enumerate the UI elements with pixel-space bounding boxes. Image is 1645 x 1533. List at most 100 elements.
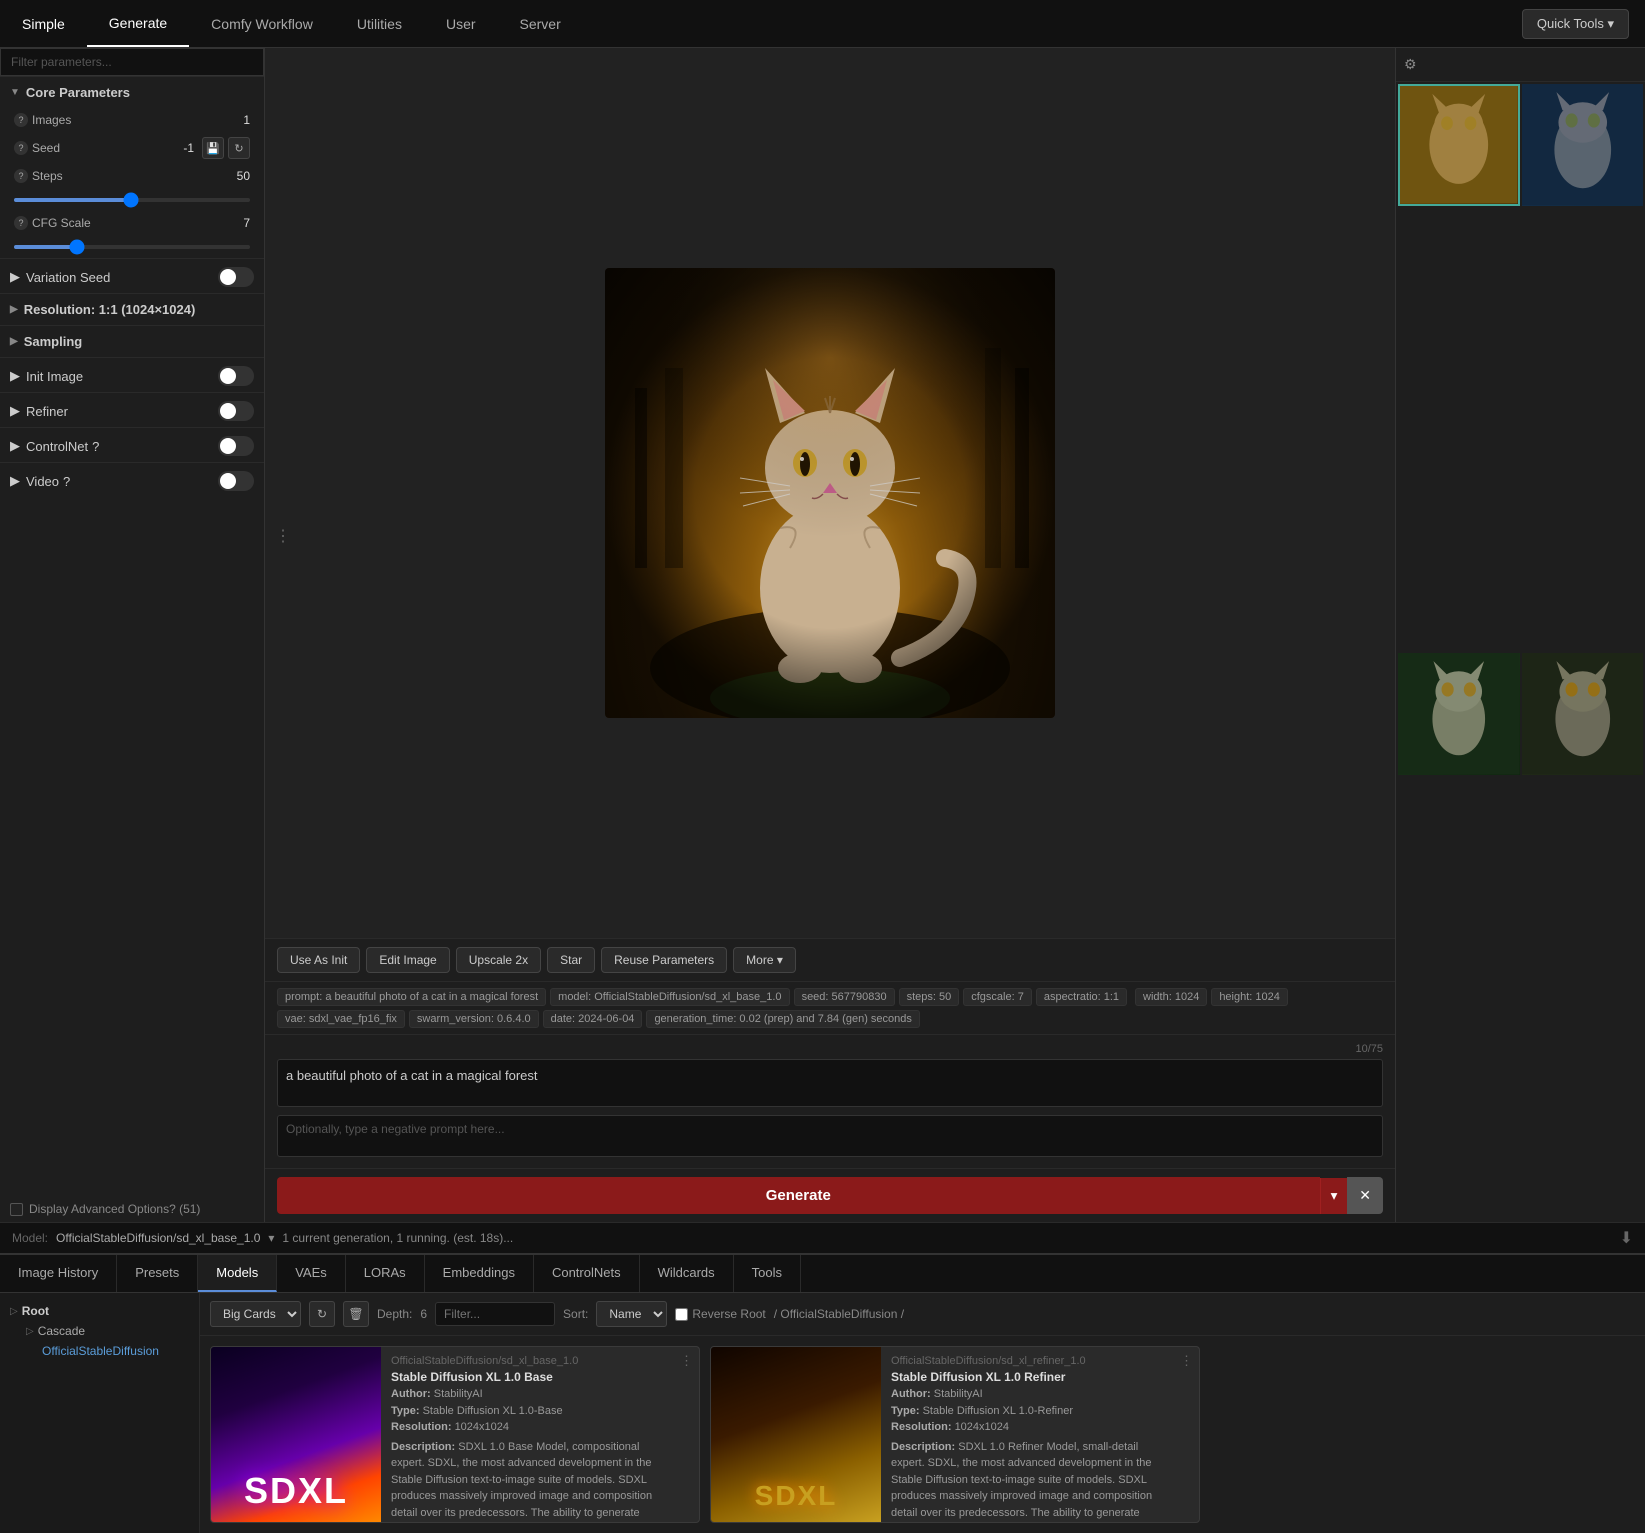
generate-button[interactable]: Generate <box>277 1177 1320 1214</box>
use-as-init-button[interactable]: Use As Init <box>277 947 360 973</box>
cfg-slider[interactable] <box>14 245 250 249</box>
model-card-2-menu[interactable]: ⋮ <box>1174 1347 1199 1522</box>
tab-models[interactable]: Models <box>198 1255 277 1292</box>
left-panel: ▼ Core Parameters ? Images 1 ? Seed -1 💾… <box>0 48 265 1222</box>
tab-loras[interactable]: LORAs <box>346 1255 425 1292</box>
tab-tools[interactable]: Tools <box>734 1255 801 1292</box>
path-text: / OfficialStableDiffusion / <box>774 1307 904 1321</box>
seed-value: -1 <box>183 141 194 155</box>
video-toggle[interactable] <box>218 471 254 491</box>
delete-button[interactable]: 🗑 <box>343 1301 369 1327</box>
sampling-section[interactable]: ▶ Sampling <box>0 325 264 357</box>
tab-simple[interactable]: Simple <box>0 0 87 47</box>
video-help-icon[interactable]: ? <box>63 474 70 489</box>
display-advanced-options[interactable]: Display Advanced Options? (51) <box>0 1196 264 1222</box>
tab-presets[interactable]: Presets <box>117 1255 198 1292</box>
thumbnail-3[interactable] <box>1398 653 1520 775</box>
model-card-2[interactable]: SDXL OfficialStableDiffusion/sd_xl_refin… <box>710 1346 1200 1523</box>
model-card-1[interactable]: SDXL OfficialStableDiffusion/sd_xl_base_… <box>210 1346 700 1523</box>
file-tree-panel: ▷ Root ▷ Cascade OfficialStableDiffusion <box>0 1293 200 1533</box>
panel-collapse-handle[interactable]: ⋮ <box>265 518 301 554</box>
cfg-label: ? CFG Scale <box>14 216 91 230</box>
reverse-root-checkbox[interactable] <box>675 1308 688 1321</box>
tab-vaes[interactable]: VAEs <box>277 1255 346 1292</box>
generate-row: Generate ▾ ✕ <box>265 1168 1395 1222</box>
meta-swarm: swarm_version: 0.6.4.0 <box>409 1010 539 1028</box>
video-section[interactable]: ▶ Video ? <box>0 462 264 497</box>
refiner-toggle[interactable] <box>218 401 254 421</box>
tree-cascade-item[interactable]: ▷ Cascade <box>16 1321 199 1341</box>
section-chevron: ▼ <box>10 87 20 98</box>
cascade-chevron: ▷ <box>26 1326 34 1337</box>
seed-save-button[interactable]: 💾 <box>202 137 224 159</box>
model-dropdown-arrow[interactable]: ▾ <box>268 1231 274 1245</box>
tab-utilities[interactable]: Utilities <box>335 0 424 47</box>
quick-tools-button[interactable]: Quick Tools ▾ <box>1522 9 1629 39</box>
tab-wildcards[interactable]: Wildcards <box>640 1255 734 1292</box>
tab-comfy-workflow[interactable]: Comfy Workflow <box>189 0 335 47</box>
variation-seed-toggle[interactable] <box>218 267 254 287</box>
sdxl2-logo-text: SDXL <box>755 1480 838 1522</box>
star-button[interactable]: Star <box>547 947 595 973</box>
generate-dropdown-button[interactable]: ▾ <box>1320 1178 1348 1214</box>
right-settings-icon[interactable]: ⚙ <box>1404 56 1417 73</box>
refiner-section[interactable]: ▶ Refiner <box>0 392 264 427</box>
steps-label: ? Steps <box>14 169 63 183</box>
models-filter-input[interactable] <box>435 1302 555 1326</box>
sort-select[interactable]: Name <box>596 1301 667 1327</box>
filter-parameters-input[interactable] <box>0 48 264 76</box>
upscale-2x-button[interactable]: Upscale 2x <box>456 947 541 973</box>
prompt-input[interactable]: a beautiful photo of a cat in a magical … <box>277 1059 1383 1107</box>
tree-root-item[interactable]: ▷ Root <box>0 1301 199 1321</box>
tree-official-item[interactable]: OfficialStableDiffusion <box>32 1341 199 1361</box>
core-parameters-section[interactable]: ▼ Core Parameters <box>0 76 264 108</box>
top-nav: Simple Generate Comfy Workflow Utilities… <box>0 0 1645 48</box>
variation-seed-chevron: ▶ <box>10 269 20 285</box>
reuse-parameters-button[interactable]: Reuse Parameters <box>601 947 727 973</box>
tab-user[interactable]: User <box>424 0 498 47</box>
variation-seed-section[interactable]: ▶ Variation Seed <box>0 258 264 293</box>
tab-generate[interactable]: Generate <box>87 0 189 47</box>
tab-controlnets[interactable]: ControlNets <box>534 1255 640 1292</box>
init-image-toggle[interactable] <box>218 366 254 386</box>
model-card-1-menu[interactable]: ⋮ <box>674 1347 699 1522</box>
seed-help-icon[interactable]: ? <box>14 141 28 155</box>
models-grid: SDXL OfficialStableDiffusion/sd_xl_base_… <box>200 1336 1645 1533</box>
steps-help-icon[interactable]: ? <box>14 169 28 183</box>
scroll-to-bottom-icon[interactable]: ⬇ <box>1620 1230 1633 1247</box>
advanced-checkbox[interactable] <box>10 1203 23 1216</box>
tab-embeddings[interactable]: Embeddings <box>425 1255 534 1292</box>
init-image-label: Init Image <box>26 369 83 384</box>
image-display-area <box>265 48 1395 938</box>
edit-image-button[interactable]: Edit Image <box>366 947 449 973</box>
center-panel: ⋮ <box>265 48 1395 1222</box>
model-card-2-title: Stable Diffusion XL 1.0 Refiner <box>891 1370 1164 1384</box>
image-actions-bar: Use As Init Edit Image Upscale 2x Star R… <box>265 938 1395 981</box>
controlnet-section[interactable]: ▶ ControlNet ? <box>0 427 264 462</box>
steps-slider[interactable] <box>14 198 250 202</box>
meta-width: width: 1024 <box>1135 988 1207 1006</box>
refresh-button[interactable]: ↻ <box>309 1301 335 1327</box>
tab-image-history[interactable]: Image History <box>0 1255 117 1292</box>
negative-prompt-input[interactable] <box>277 1115 1383 1157</box>
controlnet-help-icon[interactable]: ? <box>92 439 99 454</box>
controlnet-toggle[interactable] <box>218 436 254 456</box>
more-button[interactable]: More ▾ <box>733 947 796 973</box>
resolution-section[interactable]: ▶ Resolution: 1:1 (1024×1024) <box>0 293 264 325</box>
generate-cancel-button[interactable]: ✕ <box>1347 1177 1383 1214</box>
seed-random-button[interactable]: ↻ <box>228 137 250 159</box>
char-count: 10/75 <box>277 1043 1383 1055</box>
cfg-value: 7 <box>243 216 250 230</box>
tab-server[interactable]: Server <box>498 0 583 47</box>
images-help-icon[interactable]: ? <box>14 113 28 127</box>
video-label: Video <box>26 474 59 489</box>
thumbnail-4[interactable] <box>1522 653 1644 775</box>
init-image-section[interactable]: ▶ Init Image <box>0 357 264 392</box>
model-name[interactable]: OfficialStableDiffusion/sd_xl_base_1.0 <box>56 1231 260 1245</box>
reverse-root-label[interactable]: Reverse Root <box>675 1307 765 1321</box>
cfg-help-icon[interactable]: ? <box>14 216 28 230</box>
thumbnail-2[interactable] <box>1522 84 1644 206</box>
steps-value: 50 <box>237 169 250 183</box>
thumbnail-1[interactable] <box>1398 84 1520 206</box>
view-mode-select[interactable]: Big Cards <box>210 1301 301 1327</box>
